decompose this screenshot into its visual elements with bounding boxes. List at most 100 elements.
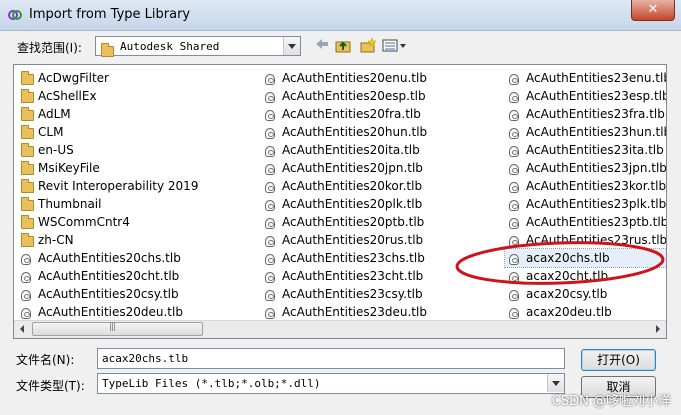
app-icon — [8, 10, 22, 20]
file-item[interactable]: AcAuthEntities20ptb.tlb — [261, 213, 501, 231]
file-item[interactable]: AcAuthEntities20rus.tlb — [261, 231, 501, 249]
file-name: WSCommCntr4 — [38, 215, 130, 229]
file-name: AcAuthEntities20rus.tlb — [282, 233, 424, 247]
title-bar[interactable]: Import from Type Library ✕ — [0, 0, 681, 31]
file-name: AcAuthEntities23esp.tlb — [526, 89, 667, 103]
file-name: MsiKeyFile — [38, 161, 100, 175]
file-item[interactable]: AcAuthEntities23esp.tlb — [505, 87, 667, 105]
file-item[interactable]: AcAuthEntities23plk.tlb — [505, 195, 667, 213]
file-item[interactable]: acax20csy.tlb — [505, 285, 666, 303]
file-item[interactable]: AcAuthEntities23rus.tlb — [505, 231, 667, 249]
file-name: AcAuthEntities23chs.tlb — [282, 251, 425, 265]
file-item[interactable]: AcAuthEntities20esp.tlb — [261, 87, 501, 105]
file-item[interactable]: AcAuthEntities20kor.tlb — [261, 177, 501, 195]
back-arrow-icon[interactable] — [312, 37, 332, 55]
folder-item[interactable]: CLM — [17, 123, 257, 141]
file-name: AcAuthEntities20enu.tlb — [282, 71, 427, 85]
file-name: AcDwgFilter — [38, 71, 109, 85]
file-item[interactable]: AcAuthEntities20hun.tlb — [261, 123, 501, 141]
file-name: AcAuthEntities20deu.tlb — [38, 305, 183, 319]
file-item[interactable]: AcAuthEntities20csy.tlb — [17, 285, 257, 303]
file-item[interactable]: AcAuthEntities20cht.tlb — [17, 267, 257, 285]
file-item[interactable]: acax20cht.tlb — [505, 267, 666, 285]
scroll-left-icon[interactable] — [14, 321, 31, 338]
file-name: AcAuthEntities20jpn.tlb — [282, 161, 423, 175]
filetype-combo[interactable]: TypeLib Files (*.tlb;*.olb;*.dll) — [97, 373, 565, 394]
file-item[interactable]: AcAuthEntities23kor.tlb — [505, 177, 667, 195]
scrollbar-thumb[interactable] — [32, 322, 203, 336]
file-name: AcAuthEntities23plk.tlb — [526, 197, 667, 211]
file-list[interactable]: AcDwgFilter AcShellEx AdLM CLM en-US MsiKeyFi… — [13, 64, 667, 339]
file-name: AcAuthEntities23kor.tlb — [526, 179, 667, 193]
close-button[interactable]: ✕ — [631, 0, 675, 21]
file-name: AcAuthEntities20csy.tlb — [38, 287, 179, 301]
file-name: acax20csy.tlb — [526, 287, 608, 301]
look-in-label: 查找范围(I): — [17, 41, 82, 55]
file-column: AcDwgFilter AcShellEx AdLM CLM en-US MsiKeyFi… — [17, 69, 257, 321]
file-name: acax20chs.tlb — [526, 251, 610, 265]
file-name: en-US — [38, 143, 74, 157]
file-item[interactable]: acax20chs.tlb — [504, 248, 666, 268]
file-name: AcAuthEntities23csy.tlb — [282, 287, 423, 301]
file-name: Thumbnail — [38, 197, 102, 211]
file-item[interactable]: AcAuthEntities23hun.tlb — [505, 123, 666, 141]
open-button[interactable]: 打开(O) — [581, 349, 656, 371]
window-title: Import from Type Library — [29, 7, 191, 22]
file-item[interactable]: AcAuthEntities23cht.tlb — [261, 267, 501, 285]
folder-item[interactable]: zh-CN — [17, 231, 257, 249]
file-name: AcAuthEntities20esp.tlb — [282, 89, 426, 103]
folder-item[interactable]: en-US — [17, 141, 257, 159]
scroll-right-icon[interactable] — [649, 321, 666, 338]
file-name: AcAuthEntities20kor.tlb — [282, 179, 423, 193]
file-name: AcAuthEntities23rus.tlb — [526, 233, 667, 247]
file-item[interactable]: AcAuthEntities23ita.tlb — [505, 141, 666, 159]
file-name: AcAuthEntities23ita.tlb — [526, 143, 664, 157]
file-item[interactable]: AcAuthEntities23deu.tlb — [261, 303, 501, 321]
file-item[interactable]: AcAuthEntities23enu.tlb — [505, 69, 666, 87]
import-type-library-dialog: Import from Type Library ✕ 查找范围(I): Auto… — [0, 0, 681, 415]
look-in-combo[interactable]: Autodesk Shared — [95, 36, 301, 57]
folder-item[interactable]: Revit Interoperability 2019 — [17, 177, 257, 195]
file-item[interactable]: AcAuthEntities20chs.tlb — [17, 249, 257, 267]
file-name: AcAuthEntities23jpn.tlb — [526, 161, 667, 175]
file-item[interactable]: AcAuthEntities20enu.tlb — [261, 69, 501, 87]
folder-item[interactable]: MsiKeyFile — [17, 159, 257, 177]
file-name: AcAuthEntities20ita.tlb — [282, 143, 420, 157]
folder-item[interactable]: Thumbnail — [17, 195, 257, 213]
file-name: AcAuthEntities20fra.tlb — [282, 107, 421, 121]
file-name: acax20deu.tlb — [526, 305, 612, 319]
file-item[interactable]: AcAuthEntities20deu.tlb — [17, 303, 257, 321]
file-item[interactable]: acax20deu.tlb — [505, 303, 666, 321]
file-item[interactable]: AcAuthEntities20fra.tlb — [261, 105, 501, 123]
file-name: AcAuthEntities20cht.tlb — [38, 269, 180, 283]
file-name: AcAuthEntities23ptb.tlb — [526, 215, 667, 229]
file-name: AcAuthEntities20plk.tlb — [282, 197, 423, 211]
file-name: AcAuthEntities20chs.tlb — [38, 251, 181, 265]
file-item[interactable]: AcAuthEntities20ita.tlb — [261, 141, 501, 159]
watermark: CSDN @哆啦刘小洋 — [551, 394, 671, 409]
file-item[interactable]: AcAuthEntities23ptb.tlb — [505, 213, 667, 231]
file-item[interactable]: AcAuthEntities20jpn.tlb — [261, 159, 501, 177]
filename-field[interactable]: acax20chs.tlb — [97, 348, 565, 369]
file-item[interactable]: AcAuthEntities23csy.tlb — [261, 285, 501, 303]
up-folder-icon[interactable] — [333, 37, 353, 55]
chevron-down-icon[interactable] — [283, 37, 300, 55]
folder-icon — [101, 42, 114, 61]
view-menu-icon[interactable] — [380, 37, 410, 55]
folder-item[interactable]: WSCommCntr4 — [17, 213, 257, 231]
folder-item[interactable]: AcDwgFilter — [17, 69, 257, 87]
file-column: AcAuthEntities23enu.tlb AcAuthEntities23e… — [504, 69, 667, 321]
file-item[interactable]: AcAuthEntities23chs.tlb — [261, 249, 501, 267]
folder-item[interactable]: AcShellEx — [17, 87, 257, 105]
horizontal-scrollbar[interactable] — [14, 320, 666, 338]
file-name: AdLM — [38, 107, 71, 121]
file-name: CLM — [38, 125, 64, 139]
look-in-value: Autodesk Shared — [120, 40, 220, 53]
folder-item[interactable]: AdLM — [17, 105, 257, 123]
file-item[interactable]: AcAuthEntities23fra.tlb — [505, 105, 666, 123]
file-item[interactable]: AcAuthEntities20plk.tlb — [261, 195, 501, 213]
file-name: Revit Interoperability 2019 — [38, 179, 199, 193]
new-folder-icon[interactable] — [358, 37, 378, 55]
filetype-label: 文件类型(T): — [16, 379, 85, 393]
file-item[interactable]: AcAuthEntities23jpn.tlb — [505, 159, 667, 177]
